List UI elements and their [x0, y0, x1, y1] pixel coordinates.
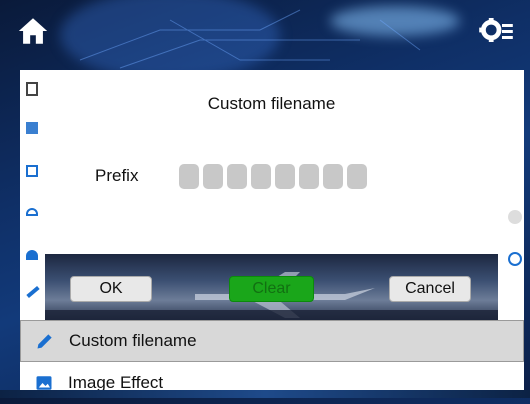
cancel-button[interactable]: Cancel [389, 276, 471, 302]
pencil-icon [21, 331, 69, 351]
prefix-char-slot[interactable] [179, 164, 199, 189]
list-item-custom-filename[interactable]: Custom filename [20, 320, 524, 362]
home-button[interactable] [16, 14, 50, 48]
prefix-char-slot[interactable] [251, 164, 271, 189]
circuit-lines [79, 9, 421, 69]
prefix-char-slot[interactable] [347, 164, 367, 189]
clipboard-icon [26, 82, 38, 96]
home-icon [18, 18, 48, 44]
clear-button[interactable]: Clear [229, 276, 314, 302]
list-item-label: Custom filename [69, 331, 197, 350]
prefix-label: Prefix [95, 166, 139, 185]
dialog-button-bar: OK Clear Cancel [45, 254, 498, 320]
settings-gear-icon [479, 18, 513, 42]
dialog-title: Custom filename [207, 94, 336, 113]
prefix-char-slot[interactable] [323, 164, 343, 189]
storage-icon [26, 165, 38, 177]
toggle-switch[interactable] [508, 252, 522, 266]
prefix-input[interactable] [179, 164, 367, 189]
header-bar [0, 0, 530, 70]
prefix-char-slot[interactable] [299, 164, 319, 189]
prefix-char-slot[interactable] [275, 164, 295, 189]
pencil-icon [26, 285, 40, 299]
toggle-switch[interactable] [508, 210, 522, 224]
user-icon [26, 250, 38, 260]
cloud-icon [26, 208, 38, 216]
prefix-char-slot[interactable] [203, 164, 223, 189]
bottom-strip [0, 390, 530, 398]
custom-filename-dialog: Custom filename Prefix OK Clear Cancel [45, 82, 498, 320]
dialog-body: Custom filename Prefix [45, 82, 498, 254]
ok-button[interactable]: OK [70, 276, 152, 302]
prefix-char-slot[interactable] [227, 164, 247, 189]
map-icon [26, 122, 38, 134]
settings-button[interactable] [478, 12, 514, 48]
